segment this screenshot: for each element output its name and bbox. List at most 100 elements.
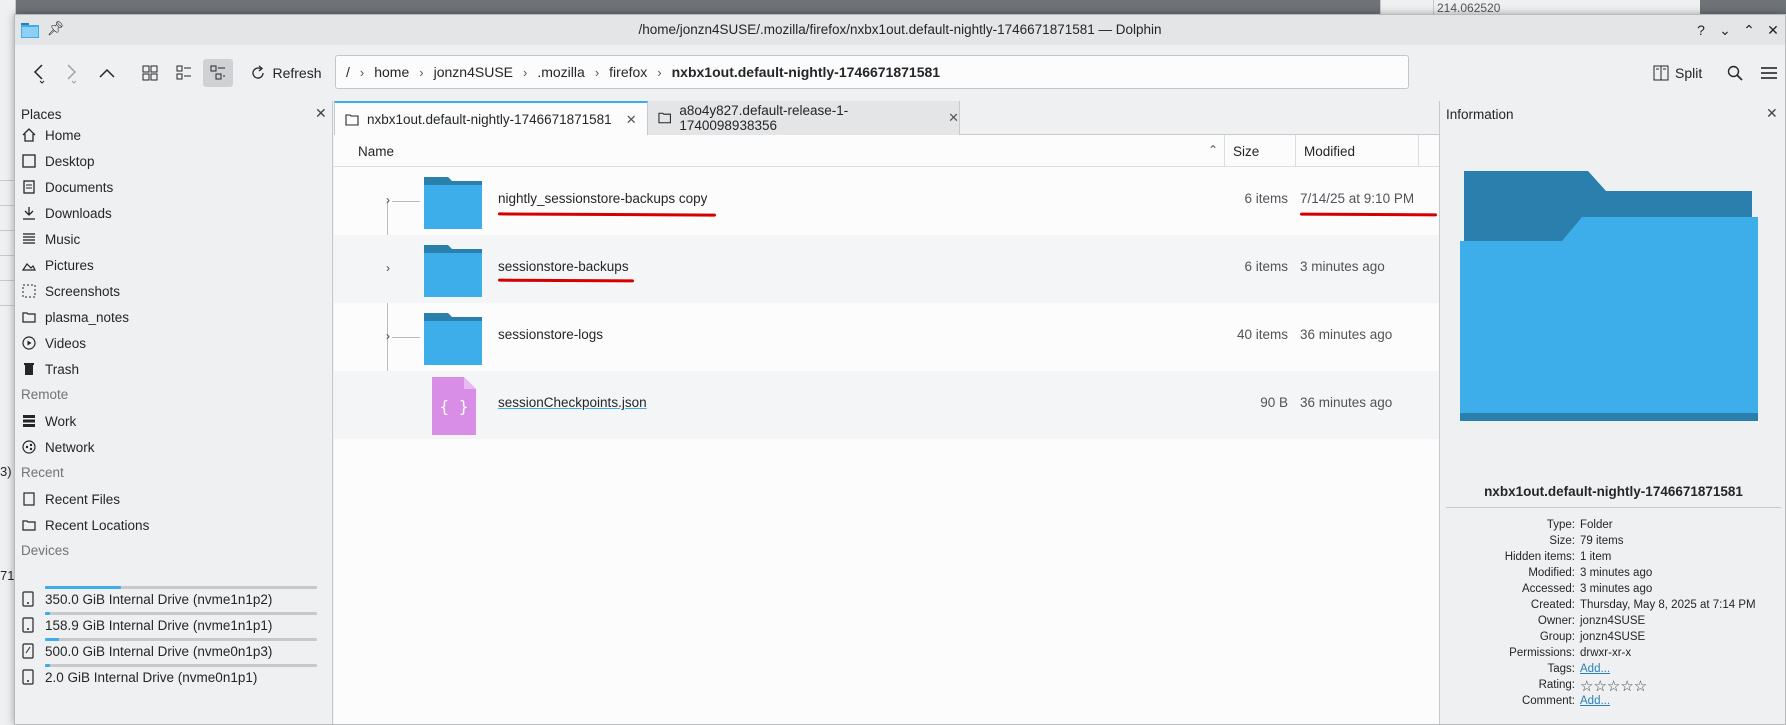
name-column-header[interactable]: Name: [350, 135, 1224, 167]
folder-icon: [345, 113, 359, 126]
expand-chevron-icon[interactable]: ›: [386, 329, 390, 343]
help-button[interactable]: ?: [1691, 20, 1711, 40]
file-modified: 3 minutes ago: [1300, 259, 1385, 274]
folder-icon: [424, 177, 482, 229]
file-row[interactable]: › sessionstore-logs 40 items 36 minutes …: [334, 303, 1439, 371]
place-item-recent-files[interactable]: Recent Files: [21, 487, 321, 511]
up-arrow-icon: [99, 68, 115, 78]
tab-release[interactable]: a8o4y827.default-release-1-1740098938356…: [648, 101, 960, 135]
folder-icon: [658, 112, 671, 124]
breadcrumb-current[interactable]: nxbx1out.default-nightly-1746671871581: [672, 64, 940, 80]
chevron-right-icon[interactable]: ›: [523, 65, 527, 80]
breadcrumb-home[interactable]: home: [374, 64, 409, 80]
split-button[interactable]: Split: [1653, 59, 1702, 87]
place-label: Pictures: [45, 257, 94, 273]
breadcrumb-firefox[interactable]: firefox: [609, 64, 647, 80]
place-item-desktop[interactable]: Desktop: [21, 149, 321, 173]
info-field-key: Accessed:: [1521, 583, 1575, 595]
breadcrumb-mozilla[interactable]: .mozilla: [537, 64, 584, 80]
place-item-work[interactable]: Work: [21, 409, 321, 433]
rating-stars[interactable]: ☆☆☆☆☆: [1580, 677, 1647, 695]
add-comment-link[interactable]: Add...: [1580, 695, 1610, 707]
maximize-button[interactable]: ⌃: [1739, 20, 1759, 40]
device-item[interactable]: 158.9 GiB Internal Drive (nvme1n1p1): [21, 591, 321, 633]
place-item-home[interactable]: Home: [21, 123, 321, 147]
add-tags-link[interactable]: Add...: [1580, 663, 1610, 675]
place-item-downloads[interactable]: Downloads: [21, 201, 321, 225]
place-item-pictures[interactable]: Pictures: [21, 253, 321, 277]
close-tab-icon[interactable]: ✕: [948, 110, 959, 126]
modified-column-label: Modified: [1304, 143, 1356, 159]
place-item-recent-locations[interactable]: Recent Locations: [21, 513, 321, 537]
file-modified: 36 minutes ago: [1300, 395, 1393, 410]
breadcrumb-root[interactable]: /: [346, 64, 350, 80]
file-row[interactable]: › sessionstore-backups 6 items 3 minutes…: [334, 235, 1439, 303]
place-item-music[interactable]: Music: [21, 227, 321, 251]
place-item-screenshots[interactable]: Screenshots: [21, 279, 321, 303]
information-panel: Information ✕ nxbx1out.default-nightly-1…: [1439, 101, 1785, 724]
chevron-right-icon[interactable]: ›: [595, 65, 599, 80]
info-field-key: Size:: [1549, 535, 1575, 547]
hamburger-menu-button[interactable]: [1755, 59, 1783, 87]
recent-files-icon: [21, 491, 37, 507]
size-column-header[interactable]: Size: [1224, 135, 1296, 167]
file-name[interactable]: sessionCheckpoints.json: [498, 395, 647, 410]
name-column-label: Name: [358, 143, 395, 159]
device-usage-bar: [45, 586, 317, 589]
file-row[interactable]: › nightly_sessionstore-backups copy 6 it…: [334, 167, 1439, 235]
videos-icon: [21, 335, 37, 351]
music-icon: [21, 231, 37, 247]
place-item-documents[interactable]: Documents: [21, 175, 321, 199]
server-icon: [21, 413, 37, 429]
forward-button[interactable]: [57, 59, 85, 87]
red-annotation-underline: [1299, 212, 1438, 217]
place-item-trash[interactable]: Trash: [21, 357, 321, 381]
close-panel-icon[interactable]: ✕: [315, 105, 327, 122]
device-item[interactable]: 2.0 GiB Internal Drive (nvme0n1p1): [21, 643, 321, 685]
compact-view-button[interactable]: [169, 59, 199, 87]
icons-view-button[interactable]: [135, 59, 165, 87]
file-name[interactable]: sessionstore-logs: [498, 327, 603, 342]
tab-nightly[interactable]: nxbx1out.default-nightly-1746671871581 ✕: [334, 101, 648, 136]
folder-icon: [424, 313, 482, 365]
details-view-button[interactable]: [203, 59, 233, 87]
sort-ascending-icon[interactable]: ⌃: [1208, 143, 1218, 157]
remote-section-label: Remote: [21, 387, 69, 402]
file-name[interactable]: nightly_sessionstore-backups copy: [498, 191, 707, 206]
expand-chevron-icon[interactable]: ›: [386, 261, 390, 275]
location-bar[interactable]: / › home › jonzn4SUSE › .mozilla › firef…: [335, 55, 1409, 89]
place-item-plasma-notes[interactable]: plasma_notes: [21, 305, 321, 329]
title-bar[interactable]: 📌︎ /home/jonzn4SUSE/.mozilla/firefox/nxb…: [15, 15, 1785, 45]
chevron-right-icon[interactable]: ›: [419, 65, 423, 80]
close-tab-icon[interactable]: ✕: [626, 112, 637, 128]
search-button[interactable]: [1721, 59, 1749, 87]
file-size: 6 items: [1244, 259, 1288, 274]
device-item[interactable]: 350.0 GiB Internal Drive (nvme1n1p2): [21, 565, 321, 607]
pictures-icon: [21, 257, 37, 273]
modified-column-header[interactable]: Modified: [1296, 135, 1419, 167]
close-window-button[interactable]: ✕: [1763, 20, 1783, 40]
json-file-icon: { }: [432, 377, 476, 435]
info-field-key: Created:: [1530, 599, 1575, 611]
close-panel-icon[interactable]: ✕: [1766, 105, 1778, 122]
info-field-value: 1 item: [1580, 551, 1612, 563]
back-button[interactable]: [25, 59, 53, 87]
file-name[interactable]: sessionstore-backups: [498, 259, 629, 274]
network-icon: [21, 439, 37, 455]
file-row[interactable]: { } sessionCheckpoints.json 90 B 36 minu…: [334, 371, 1439, 439]
minimize-button[interactable]: ⌄: [1715, 20, 1735, 40]
chevron-right-icon[interactable]: ›: [360, 65, 364, 80]
refresh-button[interactable]: Refresh: [241, 59, 331, 87]
breadcrumb-user[interactable]: jonzn4SUSE: [434, 64, 513, 80]
place-item-network[interactable]: Network: [21, 435, 321, 459]
downloads-icon: [21, 205, 37, 221]
device-item[interactable]: 500.0 GiB Internal Drive (nvme0n1p3): [21, 617, 321, 659]
chevron-right-icon[interactable]: ›: [657, 65, 661, 80]
up-button[interactable]: [93, 59, 121, 87]
info-field-value: 3 minutes ago: [1580, 583, 1653, 595]
place-item-videos[interactable]: Videos: [21, 331, 321, 355]
file-size: 6 items: [1244, 191, 1288, 206]
window-title: /home/jonzn4SUSE/.mozilla/firefox/nxbx1o…: [638, 22, 1162, 37]
expand-chevron-icon[interactable]: ›: [386, 193, 390, 207]
recent-section-label: Recent: [21, 465, 64, 480]
